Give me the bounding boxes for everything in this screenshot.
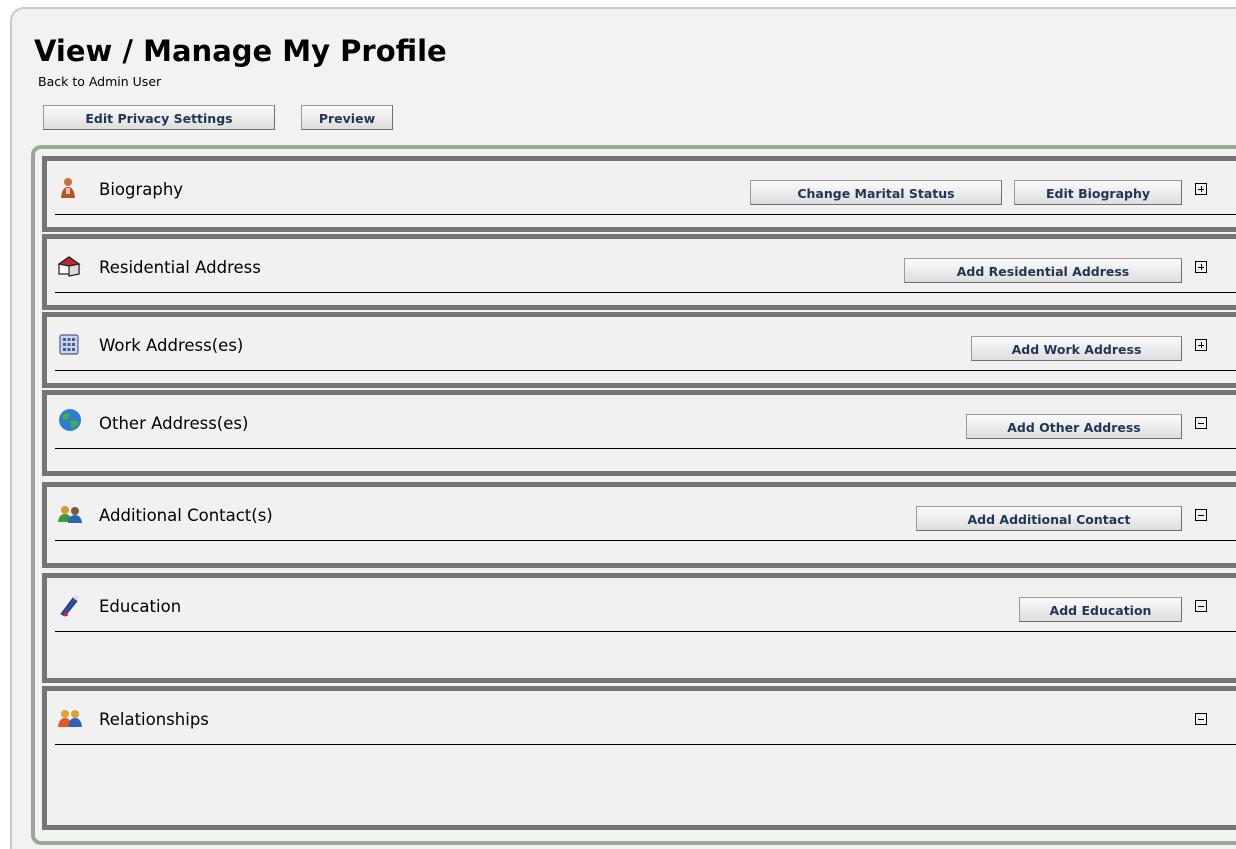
- collapse-icon[interactable]: [1195, 509, 1207, 521]
- section-education: Education Add Education: [42, 573, 1236, 683]
- edit-privacy-settings-button[interactable]: Edit Privacy Settings: [43, 105, 275, 130]
- collapse-icon[interactable]: [1195, 417, 1207, 429]
- change-marital-status-button[interactable]: Change Marital Status: [750, 180, 1002, 205]
- people-icon: [57, 706, 82, 728]
- expand-icon[interactable]: [1195, 261, 1207, 273]
- edit-biography-button[interactable]: Edit Biography: [1014, 180, 1182, 205]
- expand-icon[interactable]: [1195, 339, 1207, 351]
- section-title: Work Address(es): [99, 336, 244, 355]
- add-other-address-button[interactable]: Add Other Address: [966, 414, 1182, 439]
- house-icon: [57, 254, 81, 277]
- section-divider: [55, 631, 1236, 632]
- globe-icon: [57, 407, 81, 431]
- section-biography: Biography Change Marital Status Edit Bio…: [42, 156, 1236, 232]
- section-divider: [55, 292, 1236, 293]
- section-title: Residential Address: [99, 258, 261, 277]
- section-title: Other Address(es): [99, 414, 249, 433]
- section-residential-address: Residential Address Add Residential Addr…: [42, 234, 1236, 310]
- section-title: Relationships: [99, 710, 209, 729]
- building-icon: [57, 332, 81, 355]
- preview-button[interactable]: Preview: [301, 105, 393, 130]
- person-icon: [57, 176, 81, 198]
- section-divider: [55, 448, 1236, 449]
- section-title: Biography: [99, 180, 184, 199]
- section-divider: [55, 744, 1236, 745]
- contacts-icon: [57, 502, 82, 524]
- add-education-button[interactable]: Add Education: [1019, 597, 1182, 622]
- page-title: View / Manage My Profile: [34, 34, 447, 68]
- section-title: Education: [99, 597, 182, 616]
- add-residential-address-button[interactable]: Add Residential Address: [904, 258, 1182, 283]
- add-work-address-button[interactable]: Add Work Address: [971, 336, 1182, 361]
- section-additional-contact: Additional Contact(s) Add Additional Con…: [42, 482, 1236, 568]
- add-additional-contact-button[interactable]: Add Additional Contact: [916, 506, 1182, 531]
- collapse-icon[interactable]: [1195, 713, 1207, 725]
- section-divider: [55, 214, 1236, 215]
- section-other-address: Other Address(es) Add Other Address: [42, 390, 1236, 476]
- section-relationships: Relationships: [42, 686, 1236, 830]
- section-divider: [55, 540, 1236, 541]
- collapse-icon[interactable]: [1195, 600, 1207, 612]
- section-work-address: Work Address(es) Add Work Address: [42, 312, 1236, 388]
- section-title: Additional Contact(s): [99, 506, 273, 525]
- back-to-admin-link[interactable]: Back to Admin User: [38, 74, 161, 89]
- expand-icon[interactable]: [1195, 183, 1207, 195]
- section-divider: [55, 370, 1236, 371]
- diploma-icon: [57, 593, 81, 617]
